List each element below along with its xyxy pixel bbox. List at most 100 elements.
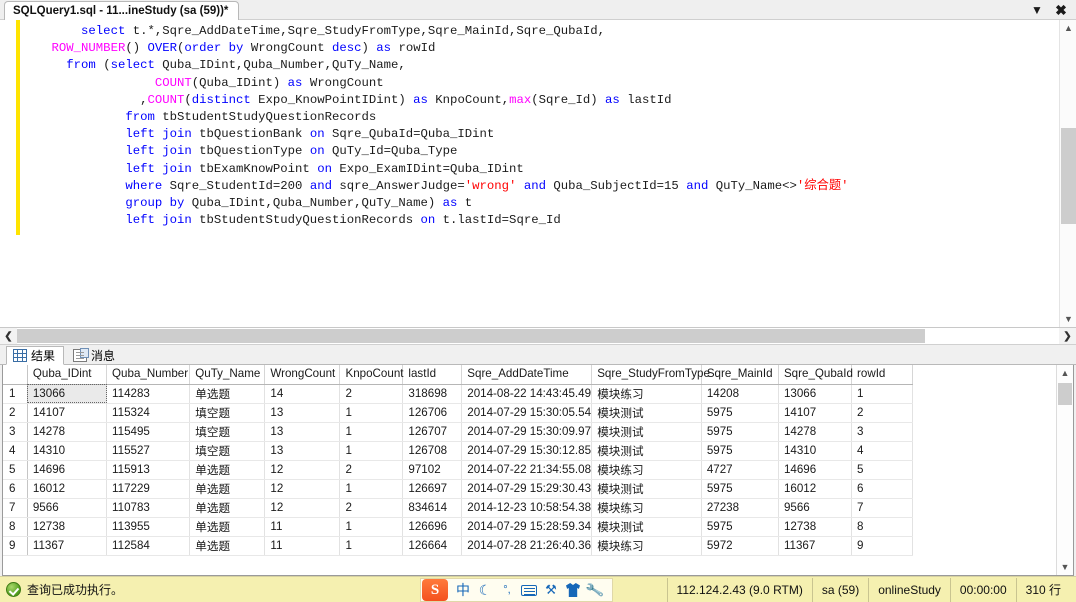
cell-rowid[interactable]: 8 <box>851 517 913 537</box>
cell-knpocount[interactable]: 1 <box>339 441 404 461</box>
sql-editor-pane[interactable]: select t.*,Sqre_AddDateTime,Sqre_StudyFr… <box>0 20 1076 328</box>
column-header-quba_idint[interactable]: Quba_IDint <box>27 365 108 385</box>
cell-quty_name[interactable]: 填空题 <box>189 403 266 423</box>
cell-knpocount[interactable]: 1 <box>339 536 404 556</box>
cell-quba_number[interactable]: 113955 <box>106 517 191 537</box>
table-row[interactable]: 4 14310 115527 填空题 13 1 126708 2014-07-29 15:30… <box>3 441 913 461</box>
cell-lastid[interactable]: 126697 <box>402 479 463 499</box>
row-number-cell[interactable]: 3 <box>3 422 28 442</box>
column-header-quty_name[interactable]: QuTy_Name <box>189 365 266 385</box>
cell-rowid[interactable]: 2 <box>851 403 913 423</box>
cell-sqre_qubaid[interactable]: 9566 <box>778 498 853 518</box>
cell-knpocount[interactable]: 1 <box>339 422 404 442</box>
cell-quba_idint[interactable]: 14310 <box>27 441 108 461</box>
cell-quty_name[interactable]: 填空题 <box>189 422 266 442</box>
cell-sqre_qubaid[interactable]: 14107 <box>778 403 853 423</box>
cell-lastid[interactable]: 126708 <box>402 441 463 461</box>
table-row[interactable]: 2 14107 115324 填空题 13 1 126706 2014-07-29 15:30… <box>3 403 913 423</box>
keyboard-icon[interactable] <box>518 579 540 601</box>
cell-sqre_adddatetime[interactable]: 2014-07-29 15:28:59.340 <box>461 517 593 537</box>
cell-quba_number[interactable]: 110783 <box>106 498 191 518</box>
cell-quba_number[interactable]: 112584 <box>106 536 191 556</box>
cell-quba_idint[interactable]: 16012 <box>27 479 108 499</box>
cell-quty_name[interactable]: 单选题 <box>189 517 266 537</box>
cell-quty_name[interactable]: 单选题 <box>189 498 266 518</box>
table-row[interactable]: 1 13066 114283 单选题 14 2 318698 2014-08-22 14:43… <box>3 384 913 404</box>
editor-vertical-scrollbar[interactable]: ▲ ▼ <box>1059 20 1076 327</box>
cell-sqre_qubaid[interactable]: 14278 <box>778 422 853 442</box>
grid-scroll-up-icon[interactable]: ▲ <box>1057 365 1073 381</box>
cell-rowid[interactable]: 6 <box>851 479 913 499</box>
cell-lastid[interactable]: 97102 <box>402 460 463 480</box>
cell-wrongcount[interactable]: 13 <box>264 422 341 442</box>
cell-quba_number[interactable]: 115527 <box>106 441 191 461</box>
results-grid[interactable]: Quba_IDint Quba_Number QuTy_Name WrongCount… <box>2 365 1074 576</box>
cell-rowid[interactable]: 7 <box>851 498 913 518</box>
cell-rowid[interactable]: 9 <box>851 536 913 556</box>
cell-sqre_studyfromtype[interactable]: 模块测试 <box>591 422 702 442</box>
results-grid-viewport[interactable]: Quba_IDint Quba_Number QuTy_Name WrongCount… <box>3 365 1056 575</box>
table-row[interactable]: 5 14696 115913 单选题 12 2 97102 2014-07-22 21:34:… <box>3 460 913 480</box>
cell-quba_idint[interactable]: 14107 <box>27 403 108 423</box>
cell-quba_idint[interactable]: 13066 <box>27 384 108 404</box>
column-header-sqre_qubaid[interactable]: Sqre_QubaId <box>778 365 853 385</box>
cell-quba_number[interactable]: 115324 <box>106 403 191 423</box>
cell-quba_number[interactable]: 117229 <box>106 479 191 499</box>
table-row[interactable]: 7 9566 110783 单选题 12 2 834614 2014-12-23 10:58:… <box>3 498 913 518</box>
cell-quba_number[interactable]: 115913 <box>106 460 191 480</box>
cell-wrongcount[interactable]: 12 <box>264 479 341 499</box>
sogou-ime-bar[interactable]: S 中 ☾ °, ⚒ 🔧 <box>420 578 613 602</box>
cell-quba_idint[interactable]: 11367 <box>27 536 108 556</box>
cell-knpocount[interactable]: 1 <box>339 479 404 499</box>
scroll-left-icon[interactable]: ❮ <box>0 328 17 344</box>
cell-wrongcount[interactable]: 11 <box>264 517 341 537</box>
cell-sqre_adddatetime[interactable]: 2014-07-29 15:30:05.547 <box>461 403 593 423</box>
column-header-sqre_adddatetime[interactable]: Sqre_AddDateTime <box>461 365 593 385</box>
cell-lastid[interactable]: 126706 <box>402 403 463 423</box>
scroll-down-icon[interactable]: ▼ <box>1060 311 1076 327</box>
cell-sqre_adddatetime[interactable]: 2014-08-22 14:43:45.490 <box>461 384 593 404</box>
table-row[interactable]: 8 12738 113955 单选题 11 1 126696 2014-07-29 15:28… <box>3 517 913 537</box>
scroll-up-icon[interactable]: ▲ <box>1060 20 1076 36</box>
row-number-cell[interactable]: 2 <box>3 403 28 423</box>
cell-wrongcount[interactable]: 12 <box>264 498 341 518</box>
grid-scroll-down-icon[interactable]: ▼ <box>1057 559 1073 575</box>
cell-sqre_mainid[interactable]: 5975 <box>701 479 779 499</box>
table-row[interactable]: 9 11367 112584 单选题 11 1 126664 2014-07-28 21:26… <box>3 536 913 556</box>
hscroll-track[interactable] <box>17 328 1059 344</box>
cell-sqre_studyfromtype[interactable]: 模块练习 <box>591 460 702 480</box>
cell-quba_number[interactable]: 114283 <box>106 384 191 404</box>
cell-knpocount[interactable]: 2 <box>339 498 404 518</box>
cell-sqre_mainid[interactable]: 5975 <box>701 441 779 461</box>
sql-code-text[interactable]: select t.*,Sqre_AddDateTime,Sqre_StudyFr… <box>22 20 1059 327</box>
cell-knpocount[interactable]: 2 <box>339 384 404 404</box>
editor-scroll-thumb[interactable] <box>1061 128 1076 224</box>
cell-lastid[interactable]: 126696 <box>402 517 463 537</box>
row-number-cell[interactable]: 4 <box>3 441 28 461</box>
cell-sqre_adddatetime[interactable]: 2014-07-29 15:30:12.853 <box>461 441 593 461</box>
cell-sqre_studyfromtype[interactable]: 模块练习 <box>591 536 702 556</box>
cell-sqre_studyfromtype[interactable]: 模块测试 <box>591 479 702 499</box>
cell-quba_idint[interactable]: 14278 <box>27 422 108 442</box>
cell-sqre_mainid[interactable]: 5972 <box>701 536 779 556</box>
cell-sqre_studyfromtype[interactable]: 模块练习 <box>591 384 702 404</box>
sogou-logo-icon[interactable]: S <box>422 579 448 601</box>
cell-wrongcount[interactable]: 14 <box>264 384 341 404</box>
cell-wrongcount[interactable]: 13 <box>264 403 341 423</box>
cell-sqre_adddatetime[interactable]: 2014-07-29 15:29:30.430 <box>461 479 593 499</box>
cell-sqre_qubaid[interactable]: 12738 <box>778 517 853 537</box>
cell-lastid[interactable]: 126664 <box>402 536 463 556</box>
table-row[interactable]: 6 16012 117229 单选题 12 1 126697 2014-07-29 15:29… <box>3 479 913 499</box>
cell-sqre_adddatetime[interactable]: 2014-12-23 10:58:54.383 <box>461 498 593 518</box>
cell-quty_name[interactable]: 单选题 <box>189 384 266 404</box>
cell-wrongcount[interactable]: 11 <box>264 536 341 556</box>
cell-quty_name[interactable]: 单选题 <box>189 460 266 480</box>
cell-sqre_studyfromtype[interactable]: 模块测试 <box>591 517 702 537</box>
hscroll-thumb[interactable] <box>17 329 925 343</box>
cell-quty_name[interactable]: 填空题 <box>189 441 266 461</box>
row-number-header[interactable] <box>3 365 28 385</box>
row-number-cell[interactable]: 9 <box>3 536 28 556</box>
cell-sqre_qubaid[interactable]: 14696 <box>778 460 853 480</box>
cell-sqre_mainid[interactable]: 5975 <box>701 517 779 537</box>
cell-quba_idint[interactable]: 9566 <box>27 498 108 518</box>
